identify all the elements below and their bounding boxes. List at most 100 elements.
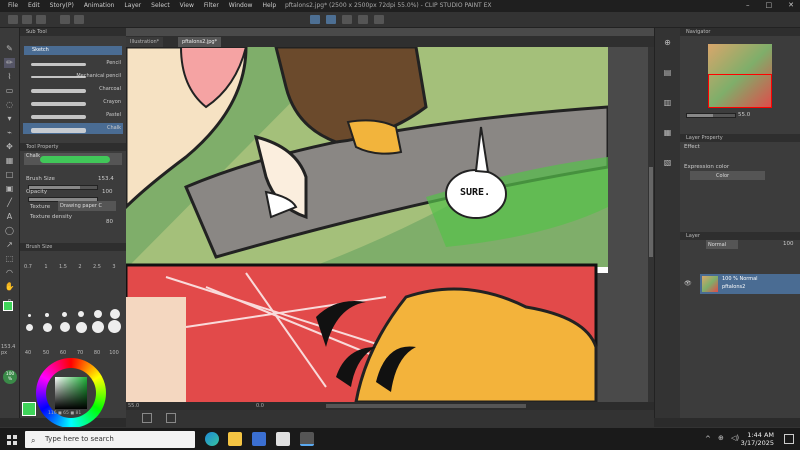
menu-layer[interactable]: Layer: [124, 2, 141, 9]
size-preset[interactable]: 40: [22, 350, 34, 356]
minimize-button[interactable]: –: [746, 1, 750, 9]
size-preset-dot[interactable]: [28, 314, 31, 317]
correct-line-tool-icon[interactable]: ↗: [4, 240, 15, 250]
menu-filter[interactable]: Filter: [204, 2, 219, 9]
size-preset[interactable]: 2: [74, 264, 86, 270]
color-preview-main[interactable]: [22, 402, 36, 416]
taskbar-clock[interactable]: 1:44 AM 3/17/2025: [741, 431, 774, 447]
ruler-tool-icon[interactable]: ╱: [4, 198, 15, 208]
dock-icon[interactable]: ▥: [662, 98, 673, 108]
size-preset-dot[interactable]: [108, 320, 121, 333]
size-preset[interactable]: 80: [91, 350, 103, 356]
lasso-tool-icon[interactable]: ◠: [4, 268, 15, 278]
frame-tool-icon[interactable]: ▣: [4, 184, 15, 194]
volume-icon[interactable]: ◁): [731, 434, 739, 442]
fill-tool-icon[interactable]: ▾: [4, 114, 15, 124]
blend-tool-icon[interactable]: ◌: [4, 100, 15, 110]
canvas-artwork[interactable]: SURE.: [126, 47, 608, 402]
menu-view[interactable]: View: [180, 2, 194, 9]
horizontal-scrollbar[interactable]: [326, 404, 526, 408]
size-preset[interactable]: 2.5: [91, 264, 103, 270]
dock-icon[interactable]: ⊕: [662, 38, 673, 48]
main-color-swatch[interactable]: [3, 301, 13, 311]
brush-crayon[interactable]: Crayon: [23, 97, 123, 108]
menu-file[interactable]: File: [8, 2, 18, 9]
size-preset-dot[interactable]: [45, 313, 49, 317]
texture-dropdown[interactable]: Drawing paper C: [58, 201, 116, 211]
size-preset-dot[interactable]: [94, 310, 102, 318]
taskbar-search-box[interactable]: Type here to search: [25, 431, 195, 448]
mail-icon[interactable]: [276, 432, 290, 446]
expression-color-dropdown[interactable]: Color: [690, 171, 765, 180]
snap-ruler-icon[interactable]: [326, 15, 336, 24]
network-icon[interactable]: ⊕: [718, 434, 724, 442]
layer-opacity-value[interactable]: 100: [783, 241, 794, 247]
blend-mode-dropdown[interactable]: Normal: [706, 240, 738, 249]
undo-icon[interactable]: [60, 15, 70, 24]
file-explorer-icon[interactable]: [228, 432, 242, 446]
open-file-icon[interactable]: [22, 15, 32, 24]
size-preset-dot[interactable]: [92, 321, 104, 333]
sub-tool-group-tab[interactable]: Sketch: [24, 46, 122, 55]
selection-tool-icon[interactable]: ⬚: [4, 254, 15, 264]
dock-icon[interactable]: ▤: [662, 68, 673, 78]
menu-window[interactable]: Window: [229, 2, 253, 9]
windows-start-icon[interactable]: [7, 435, 17, 445]
navigator-preview[interactable]: [708, 44, 772, 108]
close-button[interactable]: ✕: [788, 1, 794, 9]
snap-grid-icon[interactable]: [358, 15, 368, 24]
redo-icon[interactable]: [74, 15, 84, 24]
timeline-icon[interactable]: [166, 413, 176, 423]
color-wheel[interactable]: [36, 358, 106, 428]
saturation-value-square[interactable]: [55, 377, 87, 409]
size-preset[interactable]: 70: [74, 350, 86, 356]
size-preset[interactable]: 50: [40, 350, 52, 356]
chevron-up-icon[interactable]: ^: [705, 435, 711, 443]
zoom-readout[interactable]: 55.0: [128, 403, 139, 409]
size-preset-dot[interactable]: [110, 309, 120, 319]
tab-pftalons2[interactable]: pftalons2.jpg*: [178, 37, 222, 47]
frame-icon[interactable]: [142, 413, 152, 423]
navigator-zoom-slider[interactable]: [686, 113, 736, 118]
tab-illustration[interactable]: Illustration*: [126, 37, 164, 47]
size-preset[interactable]: 1.5: [57, 264, 69, 270]
size-preset[interactable]: 60: [57, 350, 69, 356]
notifications-icon[interactable]: [784, 434, 794, 444]
navigator-zoom[interactable]: 55.0: [738, 112, 750, 118]
save-icon[interactable]: [36, 15, 46, 24]
edge-browser-icon[interactable]: [205, 432, 219, 446]
menu-story[interactable]: Story(P): [50, 2, 74, 9]
store-icon[interactable]: [252, 432, 266, 446]
size-preset-dot[interactable]: [60, 322, 70, 332]
pencil-tool-icon[interactable]: ✏: [4, 58, 15, 68]
size-preset[interactable]: 3: [108, 264, 120, 270]
move-tool-icon[interactable]: ✥: [4, 142, 15, 152]
vertical-scrollbar-thumb[interactable]: [649, 167, 653, 257]
stabilizer-icon[interactable]: [310, 15, 320, 24]
clip-studio-taskbar-icon[interactable]: [300, 432, 314, 446]
brush-pencil[interactable]: Pencil: [23, 58, 123, 69]
eraser-tool-icon[interactable]: ▭: [4, 86, 15, 96]
angle-readout[interactable]: 0.0: [256, 403, 264, 409]
dock-icon[interactable]: ▦: [662, 128, 673, 138]
menu-select[interactable]: Select: [151, 2, 170, 9]
brush-pastel[interactable]: Pastel: [23, 110, 123, 121]
menu-edit[interactable]: Edit: [28, 2, 40, 9]
figure-tool-icon[interactable]: □: [4, 170, 15, 180]
brush-chalk[interactable]: Chalk: [23, 123, 123, 134]
menu-help[interactable]: Help: [262, 2, 276, 9]
brush-charcoal[interactable]: Charcoal: [23, 84, 123, 95]
brush-mechanical-pencil[interactable]: Mechanical pencil: [23, 71, 123, 82]
dock-icon[interactable]: ▧: [662, 158, 673, 168]
new-file-icon[interactable]: [8, 15, 18, 24]
layer-visibility-eye-icon[interactable]: 👁: [684, 280, 692, 287]
snap-special-ruler-icon[interactable]: [342, 15, 352, 24]
eyedropper-icon[interactable]: ⌁: [4, 128, 15, 138]
size-preset[interactable]: 0.7: [22, 264, 34, 270]
brush-tool-icon[interactable]: ⌇: [4, 72, 15, 82]
gradient-tool-icon[interactable]: ▦: [4, 156, 15, 166]
size-preset-dot[interactable]: [78, 311, 84, 317]
layer-row[interactable]: 100 % Normal pftalons2: [700, 274, 800, 294]
size-preset-dot[interactable]: [62, 312, 67, 317]
opacity-value[interactable]: 100: [102, 189, 113, 195]
